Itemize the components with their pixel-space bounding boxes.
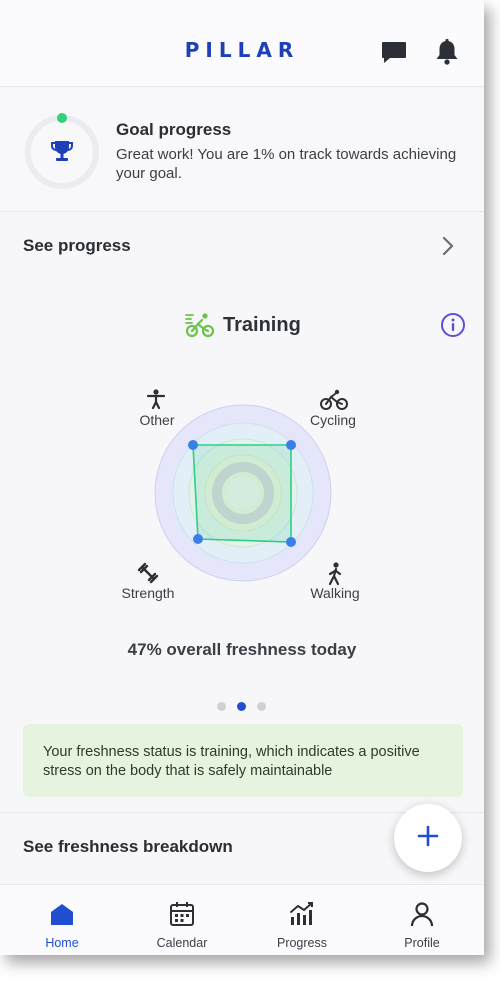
freshness-summary: 47% overall freshness today: [127, 640, 357, 659]
calendar-icon: [169, 902, 195, 931]
pager-dot-active[interactable]: [237, 702, 246, 711]
home-icon: [49, 904, 75, 931]
pager-dot[interactable]: [257, 702, 266, 711]
goal-progress-card: Goal progress Great work! You are 1% on …: [0, 87, 484, 212]
goal-message: Great work! You are 1% on track towards …: [116, 146, 457, 182]
add-button[interactable]: [394, 804, 462, 872]
radar-point-cycling: [286, 440, 296, 450]
freshness-status-box: Your freshness status is training, which…: [23, 724, 463, 797]
tab-progress-label: Progress: [276, 936, 328, 950]
training-title: Training: [223, 314, 301, 336]
profile-icon: [409, 902, 435, 931]
info-icon[interactable]: [440, 312, 466, 343]
bottom-tab-bar: Home Calendar Progress Profile: [0, 884, 484, 955]
app-screen: PILLAR Goal progress Great work! You are…: [0, 0, 484, 955]
pager-dots: [217, 698, 277, 716]
goal-title: Goal progress: [116, 120, 232, 139]
app-logo: PILLAR: [184, 38, 300, 62]
tab-home[interactable]: Home: [12, 901, 112, 950]
plus-icon: [417, 825, 439, 852]
axis-label-other: Other: [139, 412, 175, 428]
axis-label-cycling: Cycling: [310, 412, 356, 428]
see-progress-label: See progress: [23, 236, 131, 255]
tab-calendar[interactable]: Calendar: [132, 901, 232, 950]
chat-icon[interactable]: [380, 38, 408, 71]
tab-progress[interactable]: Progress: [252, 901, 352, 950]
tab-home-label: Home: [45, 936, 79, 950]
radar-point-other: [188, 440, 198, 450]
freshness-status-text: Your freshness status is training, which…: [43, 744, 420, 779]
see-progress-row[interactable]: See progress: [0, 212, 484, 280]
trophy-icon: [49, 138, 75, 169]
pager-dot[interactable]: [217, 702, 226, 711]
axis-label-walking: Walking: [310, 585, 360, 601]
chart-icon: [288, 902, 316, 931]
chevron-right-icon: [442, 236, 454, 261]
person-icon: [146, 389, 166, 414]
bell-icon[interactable]: [434, 38, 460, 71]
tab-calendar-label: Calendar: [156, 936, 208, 950]
axis-label-strength: Strength: [121, 585, 175, 601]
radar-point-strength: [193, 534, 203, 544]
tab-profile-label: Profile: [404, 936, 440, 950]
cyclist-icon: [185, 312, 215, 343]
tab-profile[interactable]: Profile: [372, 901, 472, 950]
radar-point-walking: [286, 537, 296, 547]
top-bar: PILLAR: [0, 0, 484, 87]
see-freshness-label: See freshness breakdown: [23, 837, 233, 856]
